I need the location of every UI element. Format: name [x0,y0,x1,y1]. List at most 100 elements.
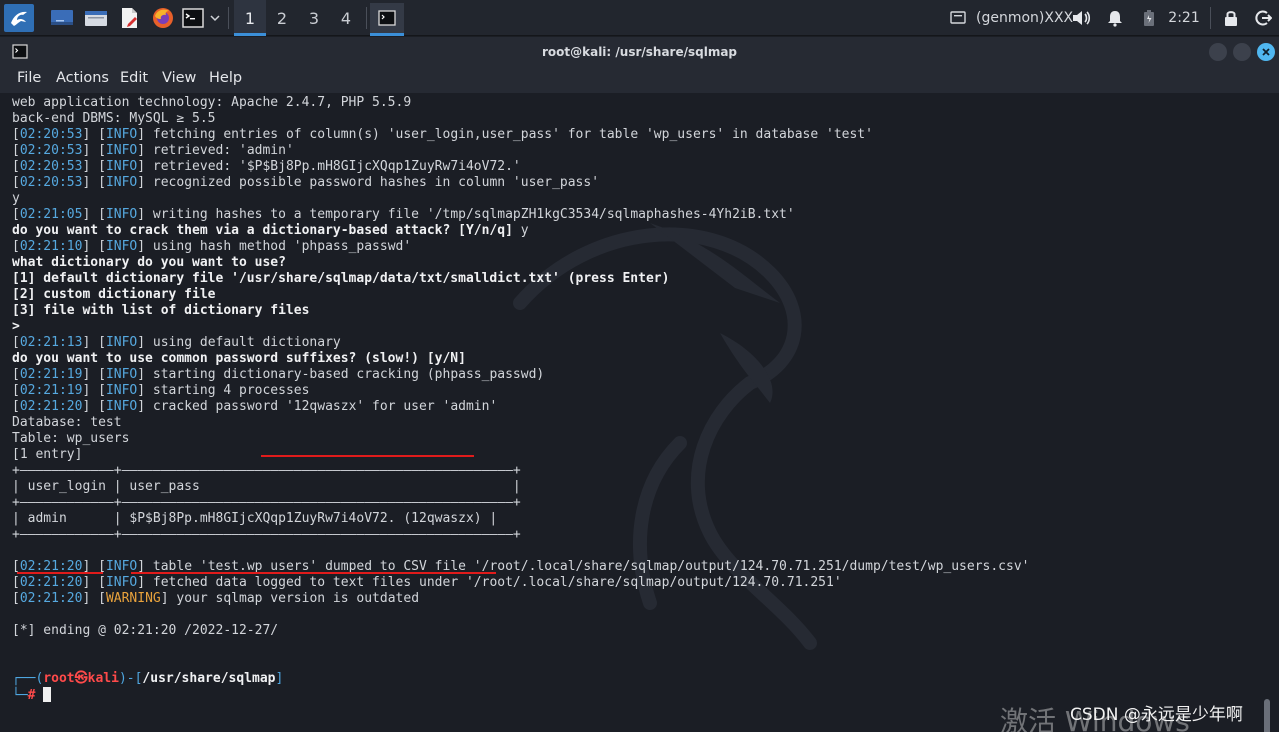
terminal-text: INFO [105,399,138,414]
terminal-text: [ [12,399,20,414]
terminal-line: [02:21:20] [INFO] fetched data logged to… [12,575,1030,591]
chevron-down-icon[interactable] [207,0,223,36]
terminal-text: ] [ [82,207,106,222]
close-icon [1262,48,1270,56]
menu-file[interactable]: File [17,70,41,86]
terminal-text: y [512,223,529,238]
terminal-text: ] cracked password '12qwaszx' for user '… [137,399,498,414]
terminal-text: back-end DBMS: MySQL ≥ 5.5 [12,111,216,126]
terminal-line: [02:21:19] [INFO] starting 4 processes [12,383,1030,399]
terminal-line: [1 entry] [12,447,1030,463]
terminal-text: do you want to use common password suffi… [12,351,466,366]
window-title: root@kali: /usr/share/sqlmap [541,45,738,59]
terminal-line: [02:20:53] [INFO] retrieved: 'admin' [12,143,1030,159]
terminal-text: INFO [105,207,138,222]
terminal-text: [ [12,367,20,382]
terminal-launcher-icon[interactable] [180,0,206,36]
terminal-line: ┌──(root㉿kali)-[/usr/share/sqlmap] [12,671,1030,687]
terminal-text: ] [ [82,143,106,158]
terminal-text: +————————————+——————————————————————————… [12,495,521,510]
workspace-label: 2 [276,8,288,28]
highlight-underline [131,572,496,574]
volume-icon[interactable] [1070,0,1092,36]
terminal-text: INFO [105,335,138,350]
minimize-button[interactable] [1209,43,1227,61]
terminal-text: [ [12,575,20,590]
terminal-text: 02:21:20 [19,591,83,606]
clock[interactable]: 2:21 [1168,0,1199,36]
terminal-text: [ [12,335,20,350]
terminal-text: ] [ [82,383,106,398]
terminal-text: ] retrieved: '$P$Bj8Pp.mH8GIjcXQqp1ZuyRw… [137,159,521,174]
terminal-text: ] using hash method 'phpass_passwd' [137,239,412,254]
genmon-icon [948,0,968,36]
kali-menu-icon[interactable] [4,4,34,32]
terminal-text: y [12,191,20,206]
terminal-text: /usr/share/sqlmap [142,671,276,686]
terminal-text: ] your sqlmap version is outdated [160,591,420,606]
terminal-line: [02:21:20] [WARNING] your sqlmap version… [12,591,1030,607]
terminal-text: # [27,688,44,703]
menu-edit[interactable]: Edit [120,70,148,86]
workspace-3[interactable]: 3 [298,0,330,36]
terminal-text: INFO [105,143,138,158]
terminal-text: +————————————+——————————————————————————… [12,463,521,478]
terminal-text: [ [12,383,20,398]
terminal-text: ] recognized possible password hashes in… [137,175,600,190]
terminal-line: y [12,191,1030,207]
terminal-line: [02:21:19] [INFO] starting dictionary-ba… [12,367,1030,383]
terminal-line: Database: test [12,415,1030,431]
terminal-text: [ [12,175,20,190]
terminal-line: what dictionary do you want to use? [12,255,1030,271]
terminal-text: [3] file with list of dictionary files [12,303,310,318]
terminal-line: [02:21:20] [INFO] cracked password '12qw… [12,399,1030,415]
terminal-line: [02:21:13] [INFO] using default dictiona… [12,335,1030,351]
workspace-4[interactable]: 4 [330,0,362,36]
notifications-bell-icon[interactable] [1104,0,1126,36]
terminal-text: ] [ [82,127,106,142]
terminal-text: [ [12,159,20,174]
workspace-1[interactable]: 1 [234,0,266,36]
workspace-label: 1 [244,8,256,28]
terminal-line: Table: wp_users [12,431,1030,447]
terminal-text: 02:21:05 [19,207,83,222]
terminal-text: 02:21:20 [19,575,83,590]
battery-icon[interactable] [1140,0,1158,36]
terminal-line: [3] file with list of dictionary files [12,303,1030,319]
terminal-line: back-end DBMS: MySQL ≥ 5.5 [12,111,1030,127]
firefox-icon[interactable] [148,0,178,36]
close-button[interactable] [1257,43,1275,61]
menu-help[interactable]: Help [209,70,242,86]
show-desktop-icon[interactable] [47,0,77,36]
terminal-text: ┌── [12,671,36,686]
text-editor-icon[interactable] [114,0,144,36]
terminal-line: | admin | $P$Bj8Pp.mH8GIjcXQqp1ZuyRw7i4o… [12,511,1030,527]
workspace-label: 4 [340,8,352,28]
maximize-button[interactable] [1233,43,1251,61]
menu-actions[interactable]: Actions [56,70,109,86]
panel-separator [228,7,229,29]
terminal-text: [ [12,207,20,222]
terminal-text: [*] ending @ 02:21:20 /2022-12-27/ [12,623,279,638]
terminal-text: [ [12,143,20,158]
terminal-line: do you want to use common password suffi… [12,351,1030,367]
terminal-text: 02:21:10 [19,239,83,254]
menu-view[interactable]: View [162,70,196,86]
terminal-line: +————————————+——————————————————————————… [12,527,1030,543]
logout-icon[interactable] [1252,0,1274,36]
terminal-output[interactable]: web application technology: Apache 2.4.7… [0,93,1279,732]
workspace-2[interactable]: 2 [266,0,298,36]
genmon-label[interactable]: (genmon)XXX [976,0,1073,36]
terminal-icon [378,10,396,26]
window-titlebar[interactable]: root@kali: /usr/share/sqlmap [0,37,1279,67]
lock-screen-icon[interactable] [1220,0,1242,36]
scrollbar[interactable] [1264,699,1270,732]
terminal-text: ] [ [82,239,106,254]
terminal-line: [02:21:10] [INFO] using hash method 'php… [12,239,1030,255]
taskbar-terminal-button[interactable] [370,3,404,36]
terminal-text: Database: test [12,415,122,430]
file-manager-icon[interactable] [81,0,111,36]
